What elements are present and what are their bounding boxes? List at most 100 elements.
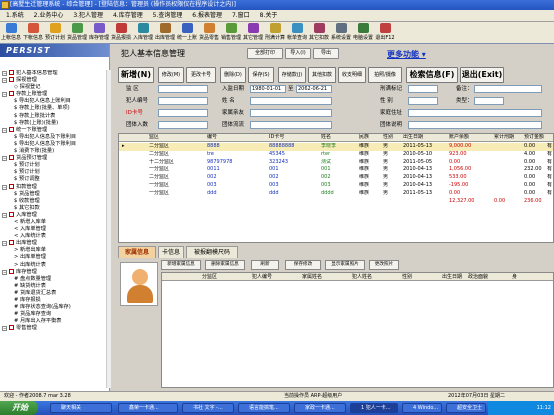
delete-family-button[interactable]: 删除家属信息 [205, 260, 245, 270]
collapse-icon[interactable]: − [2, 127, 7, 133]
toolbar-button-4[interactable]: 库存管理 [88, 22, 110, 43]
income-detail-button[interactable]: 收支明细 [338, 67, 366, 83]
menu-about[interactable]: 8.关于 [260, 12, 278, 19]
collapse-icon[interactable]: − [2, 78, 7, 84]
collapse-icon[interactable]: − [2, 269, 7, 275]
column-header[interactable]: 政治面貌 [468, 273, 488, 281]
toolbar-button-0[interactable]: 上帐信息 [0, 22, 22, 43]
tree-item[interactable]: $ 存款上账(批量、单项) [0, 105, 106, 112]
tree-checkbox[interactable] [9, 325, 14, 331]
tree-item[interactable]: > 出库统计表 [0, 262, 106, 269]
family-input[interactable] [250, 109, 332, 117]
column-header[interactable]: 监区 [149, 134, 159, 142]
toolbar-button-1[interactable]: 下帐信息 [22, 22, 44, 43]
show-family-photo-button[interactable]: 显示家属照片 [325, 260, 365, 270]
import-button[interactable]: 导入(I) [285, 48, 311, 59]
batch-input[interactable] [158, 121, 208, 129]
collapse-icon[interactable]: − [2, 156, 7, 162]
batch-desc-input[interactable] [408, 121, 542, 129]
table-row[interactable]: 一分监区 ddd ddd dddd 维族男 2011-05-13 0.00 0.00 有 [119, 190, 553, 198]
home-address-input[interactable] [408, 109, 542, 117]
menu-business[interactable]: 2.业务中心 [34, 12, 64, 19]
column-header[interactable]: ID卡号 [269, 134, 284, 142]
export-button[interactable]: 导出 [313, 48, 339, 59]
toolbar-button-11[interactable]: 其它管理 [242, 22, 264, 43]
collapse-icon[interactable]: − [2, 326, 7, 332]
toolbar-button-3[interactable]: 货品管理 [66, 22, 88, 43]
tree-checkbox[interactable] [9, 70, 14, 75]
column-header[interactable]: 民族 [359, 134, 369, 142]
taskbar-item[interactable]: 家政一卡通... [294, 403, 346, 413]
tree-group[interactable]: − 库存管理 [0, 268, 106, 276]
taskbar-item[interactable]: 超安全卫士 [446, 403, 486, 413]
column-header[interactable]: 身 [512, 273, 517, 281]
refresh-button[interactable]: 刷新 [251, 260, 279, 270]
tree-group[interactable]: − 扣款管理 [0, 183, 106, 191]
exit-button[interactable]: 退出(Exit) [460, 67, 504, 83]
tree-item[interactable]: # 货库退货汇总表 [0, 290, 106, 297]
tree-checkbox[interactable] [9, 77, 14, 83]
tree-group[interactable]: − 统一下账管理 [0, 126, 106, 134]
toolbar-button-12[interactable]: 刑满计算 [264, 22, 286, 43]
column-header[interactable]: 家属姓名 [302, 273, 322, 281]
menu-reports[interactable]: 6.报表管理 [192, 12, 222, 19]
delete-button[interactable]: 删除(D) [220, 67, 246, 83]
batch2-input[interactable] [250, 121, 332, 129]
column-header[interactable]: 犯人姓名 [352, 273, 372, 281]
column-header[interactable]: 分监区 [202, 273, 217, 281]
start-button[interactable]: 开始 [0, 401, 38, 415]
inmate-id-input[interactable] [158, 97, 208, 105]
toolbar-button-10[interactable]: 销售管理 [220, 22, 242, 43]
column-header[interactable]: 编号 [207, 134, 217, 142]
gender-select[interactable] [408, 97, 438, 105]
tree-item[interactable]: # 盘点数量管理 [0, 276, 106, 283]
add-family-button[interactable]: 新增家属信息 [161, 260, 201, 270]
toolbar-button-8[interactable]: 统一上账 [176, 22, 198, 43]
tree-item[interactable]: $ 收款管理 [0, 198, 106, 205]
toolbar-button-5[interactable]: 货品报损 [110, 22, 132, 43]
toolbar-button-7[interactable]: 出库管理 [154, 22, 176, 43]
table-row[interactable]: 二分监区 tre 45345 rter 维族 男 2010-05-10 923.00 4.00 有 [119, 151, 553, 159]
tree-checkbox[interactable] [9, 155, 14, 161]
taskbar-item[interactable]: 4 Windo... [402, 403, 442, 413]
column-header[interactable]: 出生日期 [403, 134, 423, 142]
toolbar-button-6[interactable]: 入库管理 [132, 22, 154, 43]
table-row[interactable]: 一分监区 0011 001 001 维族 男 2010-04-13 1,056.00 232.0… [119, 166, 553, 174]
toolbar-button-14[interactable]: 其它扣款 [308, 22, 330, 43]
deposit-button[interactable]: 存储款(J) [278, 67, 306, 83]
menu-stock[interactable]: 4.库存管理 [113, 12, 143, 19]
collapse-icon[interactable]: − [2, 184, 7, 190]
change-photo-button[interactable]: 更改照片 [369, 260, 399, 270]
menu-system[interactable]: 1.系统 [6, 12, 24, 19]
tree-group[interactable]: − 零售管理 [0, 325, 106, 332]
menu-window[interactable]: 7.窗口 [232, 12, 250, 19]
tree-checkbox[interactable] [9, 183, 14, 189]
column-header[interactable]: 性别 [383, 134, 393, 142]
release-select[interactable] [408, 85, 438, 93]
table-row[interactable]: ▸ 二分监区 8888 88888888 李晓李 维族男 2011-05-13 9,000.0… [119, 143, 553, 151]
column-header[interactable]: 累计刑期 [494, 134, 514, 142]
column-header[interactable]: 性别 [402, 273, 412, 281]
column-header[interactable]: 账户余额 [449, 134, 469, 142]
tab-card[interactable]: 卡信息 [158, 246, 184, 258]
toolbar-button-16[interactable]: 电脑设置 [352, 22, 374, 43]
area-select[interactable] [158, 85, 208, 93]
taskbar-item[interactable]: 1 犯人一卡... [350, 403, 398, 413]
other-deduction-button[interactable]: 其他扣款 [308, 67, 336, 83]
menu-query[interactable]: 5.查询管理 [153, 12, 183, 19]
taskbar-item[interactable]: 鑫荣一卡通... [118, 403, 178, 413]
print-all-button[interactable]: 全部打印 [247, 48, 283, 59]
tree-item[interactable]: $ 预订调整 [0, 176, 106, 183]
toolbar-button-13[interactable]: 帐单查询 [286, 22, 308, 43]
change-card-button[interactable]: 更改卡号 [186, 67, 216, 83]
toolbar-button-9[interactable]: 货品零售 [198, 22, 220, 43]
collapse-icon[interactable]: − [2, 71, 7, 76]
tree-item[interactable]: # 缺货统计表 [0, 283, 106, 290]
tree-item[interactable]: > 出库单管理 [0, 254, 106, 261]
tree-item[interactable]: $ 导出犯人信息及下账利目 [0, 141, 106, 148]
taskbar-item[interactable]: 语言能搞笔... [238, 403, 290, 413]
new-button[interactable]: 新增(N) [118, 67, 154, 83]
column-header[interactable]: 姓名 [321, 134, 331, 142]
toolbar-button-15[interactable]: 系统设置 [330, 22, 352, 43]
tree-checkbox[interactable] [9, 91, 14, 97]
